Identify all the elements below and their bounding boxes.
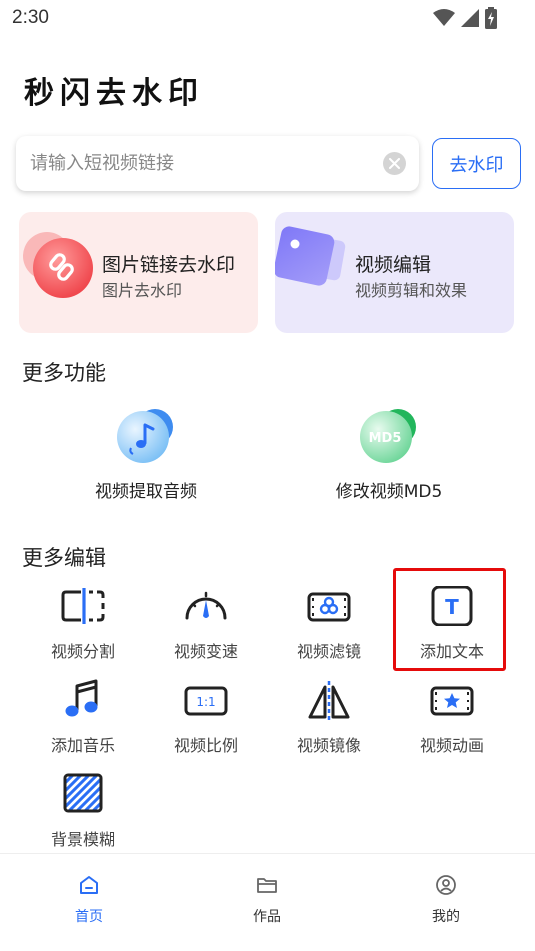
battery-icon: [485, 7, 497, 29]
wifi-icon: [433, 9, 455, 26]
nav-home[interactable]: 首页: [39, 874, 139, 926]
filter-icon: [307, 592, 351, 622]
status-bar: 2:30: [0, 0, 535, 36]
link-input[interactable]: [16, 153, 366, 174]
audio-extract-item[interactable]: 视频提取音频: [66, 405, 226, 502]
tool-label: 视频滤镜: [296, 642, 361, 661]
more-item-label: 视频提取音频: [95, 482, 197, 502]
video-edit-card[interactable]: 视频编辑 视频剪辑和效果: [275, 212, 514, 333]
section-title-more-features: 更多功能: [22, 361, 106, 385]
search-box[interactable]: [16, 136, 419, 191]
nav-works[interactable]: 作品: [217, 874, 317, 926]
signal-icon: [461, 9, 479, 27]
card-title: 图片链接去水印: [102, 254, 236, 276]
app-title: 秒闪去水印: [24, 76, 204, 111]
clear-button[interactable]: [383, 152, 406, 175]
md5-icon: MD5: [360, 409, 416, 463]
highlight-box: [393, 568, 506, 671]
video-card-icon: [275, 226, 346, 286]
nav-profile[interactable]: 我的: [396, 874, 496, 926]
tool-video-animation[interactable]: 视频动画: [402, 678, 502, 756]
image-watermark-card[interactable]: 图片链接去水印 图片去水印: [19, 212, 258, 333]
tool-video-ratio[interactable]: 1:1 视频比例: [156, 678, 256, 756]
profile-icon: [436, 875, 456, 895]
ratio-icon-text: 1:1: [196, 695, 215, 709]
tool-label: 视频分割: [50, 642, 115, 661]
blur-icon: [63, 773, 103, 813]
tool-label: 视频比例: [173, 736, 238, 755]
nav-label: 我的: [432, 909, 460, 925]
star-animation-icon: [430, 686, 474, 716]
ratio-icon: 1:1: [184, 686, 228, 716]
speedometer-icon: [185, 591, 227, 620]
folder-icon: [257, 878, 277, 893]
section-title-more-edit: 更多编辑: [22, 546, 106, 570]
music-icon: [65, 679, 98, 717]
card-title: 视频编辑: [355, 254, 432, 276]
tool-label: 添加音乐: [50, 736, 115, 755]
close-icon: [389, 158, 400, 169]
tool-add-music[interactable]: 添加音乐: [33, 678, 133, 756]
mirror-icon: [308, 681, 350, 721]
nav-label: 首页: [75, 909, 103, 925]
link-icon: [23, 232, 93, 298]
home-icon: [80, 876, 98, 894]
tool-label: 视频变速: [173, 642, 238, 661]
tool-label: 视频动画: [419, 736, 484, 755]
split-icon: [61, 588, 105, 624]
card-subtitle: 图片去水印: [102, 281, 183, 300]
more-item-label: 修改视频MD5: [335, 482, 443, 502]
tool-video-mirror[interactable]: 视频镜像: [279, 678, 379, 756]
tool-background-blur[interactable]: 背景模糊: [33, 772, 133, 850]
tool-label: 视频镜像: [296, 736, 361, 755]
tool-video-split[interactable]: 视频分割: [33, 584, 133, 662]
status-icons: [433, 6, 497, 30]
status-time: 2:30: [12, 7, 49, 28]
md5-item[interactable]: MD5 修改视频MD5: [309, 405, 469, 502]
md5-icon-text: MD5: [369, 431, 402, 446]
tool-video-filter[interactable]: 视频滤镜: [279, 584, 379, 662]
tool-video-speed[interactable]: 视频变速: [156, 584, 256, 662]
tool-label: 背景模糊: [50, 830, 115, 849]
remove-watermark-button[interactable]: 去水印: [432, 138, 521, 189]
bottom-nav: 首页 作品 我的: [0, 853, 535, 951]
audio-extract-icon: [117, 409, 173, 463]
card-subtitle: 视频剪辑和效果: [355, 281, 468, 300]
nav-label: 作品: [253, 909, 281, 925]
